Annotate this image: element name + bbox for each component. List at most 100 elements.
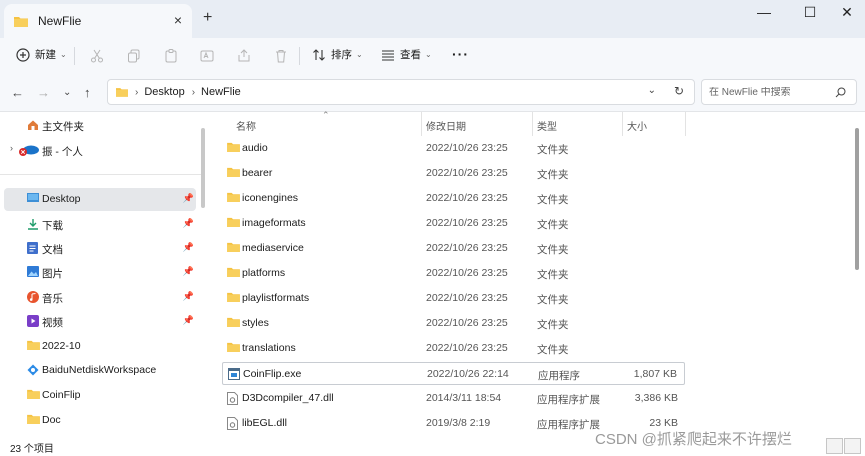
pin-icon[interactable]: 📌 xyxy=(183,242,194,253)
close-window-button[interactable]: ✕ xyxy=(827,4,865,24)
download-icon xyxy=(28,219,38,230)
breadcrumb-separator-icon: › xyxy=(135,86,139,98)
file-list-scrollbar[interactable] xyxy=(855,128,859,270)
minimize-button[interactable]: — xyxy=(744,4,784,24)
sidebar-item-label: 2022-10 xyxy=(42,340,81,352)
tab-close-button[interactable]: × xyxy=(174,12,182,28)
sort-ascending-icon: ⌃ xyxy=(322,110,330,120)
sidebar-item-doc[interactable]: Doc xyxy=(4,409,196,432)
sidebar-item-2022-10[interactable]: 2022-10 xyxy=(4,335,196,358)
file-row[interactable]: styles 2022/10/26 23:25 文件夹 xyxy=(222,312,685,335)
back-arrow-icon[interactable]: ← xyxy=(11,85,24,100)
sidebar-item-music[interactable]: 音乐 📌 xyxy=(4,286,196,309)
file-date: 2022/10/26 22:14 xyxy=(427,368,509,380)
search-icon[interactable] xyxy=(835,87,846,98)
file-name: CoinFlip.exe xyxy=(243,368,302,380)
folder-icon xyxy=(27,340,40,350)
file-row[interactable]: audio 2022/10/26 23:25 文件夹 xyxy=(222,137,685,160)
file-row[interactable]: platforms 2022/10/26 23:25 文件夹 xyxy=(222,262,685,285)
refresh-icon[interactable]: ↻ xyxy=(674,84,684,98)
column-divider[interactable] xyxy=(532,112,533,136)
pin-icon[interactable]: 📌 xyxy=(183,218,194,229)
file-type: 应用程序 xyxy=(538,370,580,382)
file-row[interactable]: imageformats 2022/10/26 23:25 文件夹 xyxy=(222,212,685,235)
sidebar-item-pictures[interactable]: 图片 📌 xyxy=(4,261,196,284)
title-bar: NewFlie × + — ☐ ✕ xyxy=(0,0,865,38)
sidebar-item-baidunetdisk[interactable]: BaiduNetdiskWorkspace xyxy=(4,359,196,382)
search-box[interactable] xyxy=(701,79,857,105)
address-bar[interactable]: › Desktop › NewFlie ⌄ ↻ xyxy=(107,79,695,105)
share-icon[interactable] xyxy=(237,49,251,63)
file-name: bearer xyxy=(242,167,273,179)
up-arrow-icon[interactable]: ↑ xyxy=(84,85,91,100)
details-view-icon[interactable] xyxy=(826,438,843,454)
tiles-view-icon[interactable] xyxy=(844,438,861,454)
chevron-down-icon: ⌄ xyxy=(425,50,432,59)
file-row[interactable]: iconengines 2022/10/26 23:25 文件夹 xyxy=(222,187,685,210)
sidebar-item-onedrive[interactable]: › 振 - 个人 xyxy=(4,139,196,162)
breadcrumb-newflie[interactable]: NewFlie xyxy=(201,86,241,98)
sidebar-item-label: CoinFlip xyxy=(42,389,81,401)
view-button[interactable]: 查看 ⌄ xyxy=(381,47,432,62)
file-row[interactable]: CoinFlip.exe 2022/10/26 22:14 应用程序 1,807… xyxy=(222,362,685,385)
cut-icon[interactable] xyxy=(90,49,104,63)
column-divider[interactable] xyxy=(622,112,623,136)
file-row[interactable]: mediaservice 2022/10/26 23:25 文件夹 xyxy=(222,237,685,260)
column-header-name[interactable]: 名称 xyxy=(236,118,256,133)
sidebar-item-label: 视频 xyxy=(42,317,63,329)
breadcrumb-desktop[interactable]: Desktop xyxy=(144,86,184,98)
paste-icon[interactable] xyxy=(164,49,178,63)
file-row[interactable]: playlistformats 2022/10/26 23:25 文件夹 xyxy=(222,287,685,310)
view-toggle xyxy=(825,438,861,454)
copy-icon[interactable] xyxy=(127,49,141,63)
column-header-size[interactable]: 大小 xyxy=(627,118,647,133)
video-icon xyxy=(27,315,39,327)
file-type: 文件夹 xyxy=(537,194,569,206)
new-button[interactable]: 新建 ⌄ xyxy=(16,47,67,62)
column-divider[interactable] xyxy=(685,112,686,136)
search-input[interactable] xyxy=(709,86,829,98)
sidebar-scrollbar[interactable] xyxy=(201,128,205,208)
file-name: libEGL.dll xyxy=(242,417,287,429)
forward-arrow-icon[interactable]: → xyxy=(37,85,50,100)
tab-newflie[interactable]: NewFlie × xyxy=(4,4,192,38)
file-type: 文件夹 xyxy=(537,169,569,181)
more-options-button[interactable]: ··· xyxy=(452,46,469,62)
file-size: 1,807 KB xyxy=(633,368,677,380)
sidebar-item-desktop[interactable]: Desktop 📌 xyxy=(4,188,196,211)
file-row[interactable]: D3Dcompiler_47.dll 2014/3/11 18:54 应用程序扩… xyxy=(222,387,685,410)
sidebar-item-documents[interactable]: 文档 📌 xyxy=(4,237,196,260)
watermark: CSDN @抓紧爬起来不许摆烂 xyxy=(595,431,792,448)
file-name: mediaservice xyxy=(242,242,304,254)
folder-icon xyxy=(227,317,240,327)
sidebar-item-home[interactable]: 主文件夹 xyxy=(4,114,196,137)
maximize-button[interactable]: ☐ xyxy=(790,4,830,24)
new-tab-button[interactable]: + xyxy=(203,9,212,27)
sidebar-item-label: BaiduNetdiskWorkspace xyxy=(42,364,157,376)
pin-icon[interactable]: 📌 xyxy=(183,266,194,277)
column-header-type[interactable]: 类型 xyxy=(537,118,557,133)
sidebar-item-downloads[interactable]: 下载 📌 xyxy=(4,213,196,236)
file-row[interactable]: translations 2022/10/26 23:25 文件夹 xyxy=(222,337,685,360)
file-type: 文件夹 xyxy=(537,219,569,231)
file-row[interactable]: bearer 2022/10/26 23:25 文件夹 xyxy=(222,162,685,185)
pin-icon[interactable]: 📌 xyxy=(183,193,194,204)
sidebar-item-coinflip[interactable]: CoinFlip xyxy=(4,384,196,407)
pin-icon[interactable]: 📌 xyxy=(183,291,194,302)
folder-icon xyxy=(116,88,128,97)
sidebar-item-videos[interactable]: 视频 📌 xyxy=(4,310,196,333)
rename-icon[interactable] xyxy=(200,49,214,63)
sort-button[interactable]: 排序 ⌄ xyxy=(312,47,363,62)
delete-icon[interactable] xyxy=(274,49,288,63)
address-dropdown-icon[interactable]: ⌄ xyxy=(648,85,656,96)
sidebar-item-label: Desktop xyxy=(42,193,81,205)
column-header-date[interactable]: 修改日期 xyxy=(426,118,466,133)
file-type: 文件夹 xyxy=(537,144,569,156)
sidebar-item-label: 图片 xyxy=(42,268,63,280)
file-name: audio xyxy=(242,142,268,154)
expand-chevron-icon[interactable]: › xyxy=(10,143,13,153)
file-type: 文件夹 xyxy=(537,344,569,356)
pin-icon[interactable]: 📌 xyxy=(183,315,194,326)
recent-chevron-icon[interactable]: ⌄ xyxy=(63,87,71,98)
column-divider[interactable] xyxy=(421,112,422,136)
